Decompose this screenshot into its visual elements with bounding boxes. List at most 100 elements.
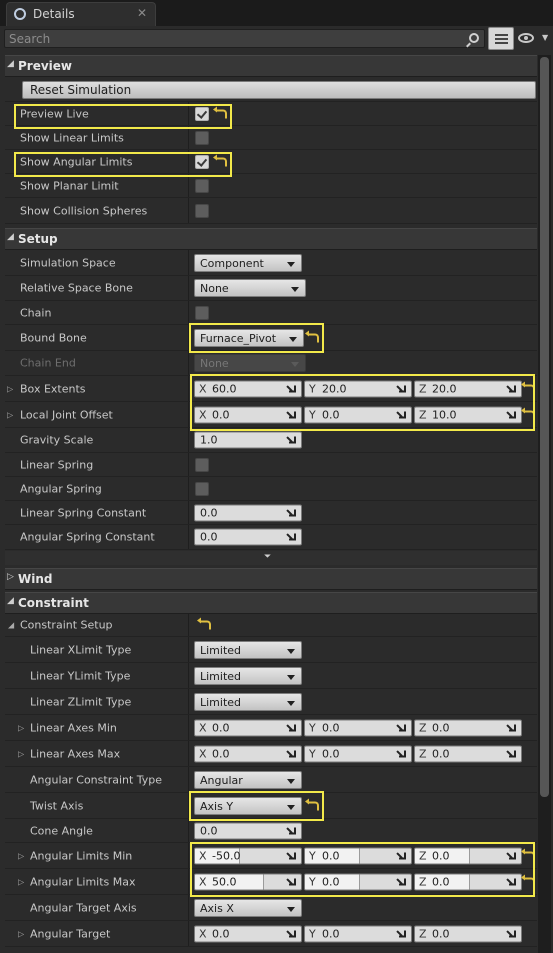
splitter[interactable] (188, 477, 189, 500)
splitter[interactable] (188, 150, 189, 173)
splitter[interactable] (188, 325, 189, 350)
splitter[interactable] (188, 921, 189, 946)
box-extents-y-field[interactable]: Y 20.0 (304, 380, 412, 397)
expand-arrow-icon[interactable]: ▷ (18, 723, 24, 732)
splitter[interactable] (188, 843, 189, 868)
local-joint-offset-z-field[interactable]: Z 10.0 (414, 406, 522, 423)
angular-spring-checkbox[interactable] (195, 481, 209, 496)
collapse-arrow-icon[interactable]: ◢ (8, 621, 14, 630)
linear-spring-constant-field[interactable]: 0.0 (194, 504, 302, 521)
section-header-preview[interactable]: ◢ Preview (5, 55, 537, 77)
angular-target-x-field[interactable]: X 0.0 (194, 925, 302, 942)
scrollbar[interactable] (538, 55, 551, 953)
drag-handle-icon[interactable] (399, 750, 406, 757)
angular-limits-min-x-slider[interactable]: X -50.0 (194, 847, 302, 864)
splitter[interactable] (188, 741, 189, 766)
drag-handle-icon[interactable] (399, 930, 406, 937)
splitter[interactable] (188, 819, 189, 842)
linear-axes-min-x-field[interactable]: X 0.0 (194, 719, 302, 736)
drag-handle-icon[interactable] (289, 724, 296, 731)
splitter[interactable] (188, 402, 189, 427)
reset-to-default-icon[interactable] (305, 330, 319, 342)
splitter[interactable] (188, 276, 189, 300)
splitter[interactable] (188, 428, 189, 452)
scrollbar-thumb[interactable] (540, 57, 549, 797)
drag-handle-icon[interactable] (289, 878, 296, 885)
drag-handle-icon[interactable] (509, 724, 516, 731)
linear-axes-max-z-field[interactable]: Z 0.0 (414, 745, 522, 762)
angular-target-axis-dropdown[interactable]: Axis X (194, 898, 302, 917)
relative-space-bone-dropdown[interactable]: None (194, 279, 306, 297)
drag-handle-icon[interactable] (509, 750, 516, 757)
drag-handle-icon[interactable] (289, 750, 296, 757)
bound-bone-dropdown[interactable]: Furnace_Pivot (194, 328, 304, 347)
splitter[interactable] (188, 453, 189, 476)
reset-to-default-icon[interactable] (213, 154, 227, 166)
linear-axes-max-x-field[interactable]: X 0.0 (194, 745, 302, 762)
linear-axes-min-z-field[interactable]: Z 0.0 (414, 719, 522, 736)
splitter[interactable] (188, 637, 189, 662)
drag-handle-icon[interactable] (399, 852, 406, 859)
show-angular-limits-checkbox[interactable] (195, 154, 209, 169)
angular-target-z-field[interactable]: Z 0.0 (414, 925, 522, 942)
drag-handle-icon[interactable] (509, 852, 516, 859)
drag-handle-icon[interactable] (289, 827, 296, 834)
linear-axes-min-y-field[interactable]: Y 0.0 (304, 719, 412, 736)
splitter[interactable] (188, 102, 189, 125)
drag-handle-icon[interactable] (289, 385, 296, 392)
angular-constraint-type-dropdown[interactable]: Angular (194, 770, 302, 789)
splitter[interactable] (188, 895, 189, 920)
angular-spring-constant-field[interactable]: 0.0 (194, 528, 302, 546)
splitter[interactable] (188, 663, 189, 688)
drag-handle-icon[interactable] (399, 724, 406, 731)
expand-arrow-icon[interactable]: ▷ (18, 929, 24, 938)
splitter[interactable] (188, 376, 189, 401)
splitter[interactable] (188, 301, 189, 324)
splitter[interactable] (188, 250, 189, 275)
splitter[interactable] (188, 614, 189, 636)
twist-axis-dropdown[interactable]: Axis Y (194, 796, 302, 815)
expand-arrow-icon[interactable]: ▷ (18, 877, 24, 886)
linear-spring-checkbox[interactable] (195, 457, 209, 472)
section-header-setup[interactable]: ◢ Setup (5, 228, 537, 250)
box-extents-z-field[interactable]: Z 20.0 (414, 380, 522, 397)
drag-handle-icon[interactable] (509, 385, 516, 392)
drag-handle-icon[interactable] (289, 533, 296, 541)
drag-handle-icon[interactable] (509, 411, 516, 418)
splitter[interactable] (188, 174, 189, 197)
linear-zlimit-type-dropdown[interactable]: Limited (194, 692, 302, 711)
show-planar-limit-checkbox[interactable] (195, 178, 209, 193)
show-advanced-button[interactable]: ⏷ (5, 551, 537, 565)
angular-limits-max-x-slider[interactable]: X 50.0 (194, 873, 302, 890)
reset-to-default-icon[interactable] (197, 617, 211, 630)
linear-ylimit-type-dropdown[interactable]: Limited (194, 666, 302, 685)
preview-live-checkbox[interactable] (195, 106, 209, 121)
drag-handle-icon[interactable] (289, 852, 296, 859)
reset-to-default-icon[interactable] (521, 874, 535, 886)
splitter[interactable] (188, 715, 189, 740)
reset-to-default-icon[interactable] (521, 381, 535, 393)
reset-to-default-icon[interactable] (521, 848, 535, 860)
drag-handle-icon[interactable] (509, 930, 516, 937)
reset-to-default-icon[interactable] (305, 798, 319, 810)
drag-handle-icon[interactable] (289, 509, 296, 516)
splitter[interactable] (188, 689, 189, 714)
expand-arrow-icon[interactable]: ▷ (18, 749, 24, 758)
reset-to-default-icon[interactable] (213, 106, 227, 118)
drag-handle-icon[interactable] (399, 878, 406, 885)
expand-arrow-icon[interactable]: ▷ (7, 410, 13, 419)
splitter[interactable] (188, 869, 189, 894)
splitter[interactable] (188, 501, 189, 524)
show-linear-limits-checkbox[interactable] (195, 130, 209, 145)
splitter[interactable] (188, 351, 189, 375)
show-collision-spheres-checkbox[interactable] (195, 203, 209, 218)
splitter[interactable] (188, 793, 189, 818)
drag-handle-icon[interactable] (289, 930, 296, 937)
linear-axes-max-y-field[interactable]: Y 0.0 (304, 745, 412, 762)
drag-handle-icon[interactable] (399, 385, 406, 392)
local-joint-offset-y-field[interactable]: Y 0.0 (304, 406, 412, 423)
drag-handle-icon[interactable] (289, 436, 296, 444)
angular-limits-max-z-slider[interactable]: Z 0.0 (414, 873, 522, 890)
splitter[interactable] (188, 126, 189, 149)
box-extents-x-field[interactable]: X 60.0 (194, 380, 302, 397)
